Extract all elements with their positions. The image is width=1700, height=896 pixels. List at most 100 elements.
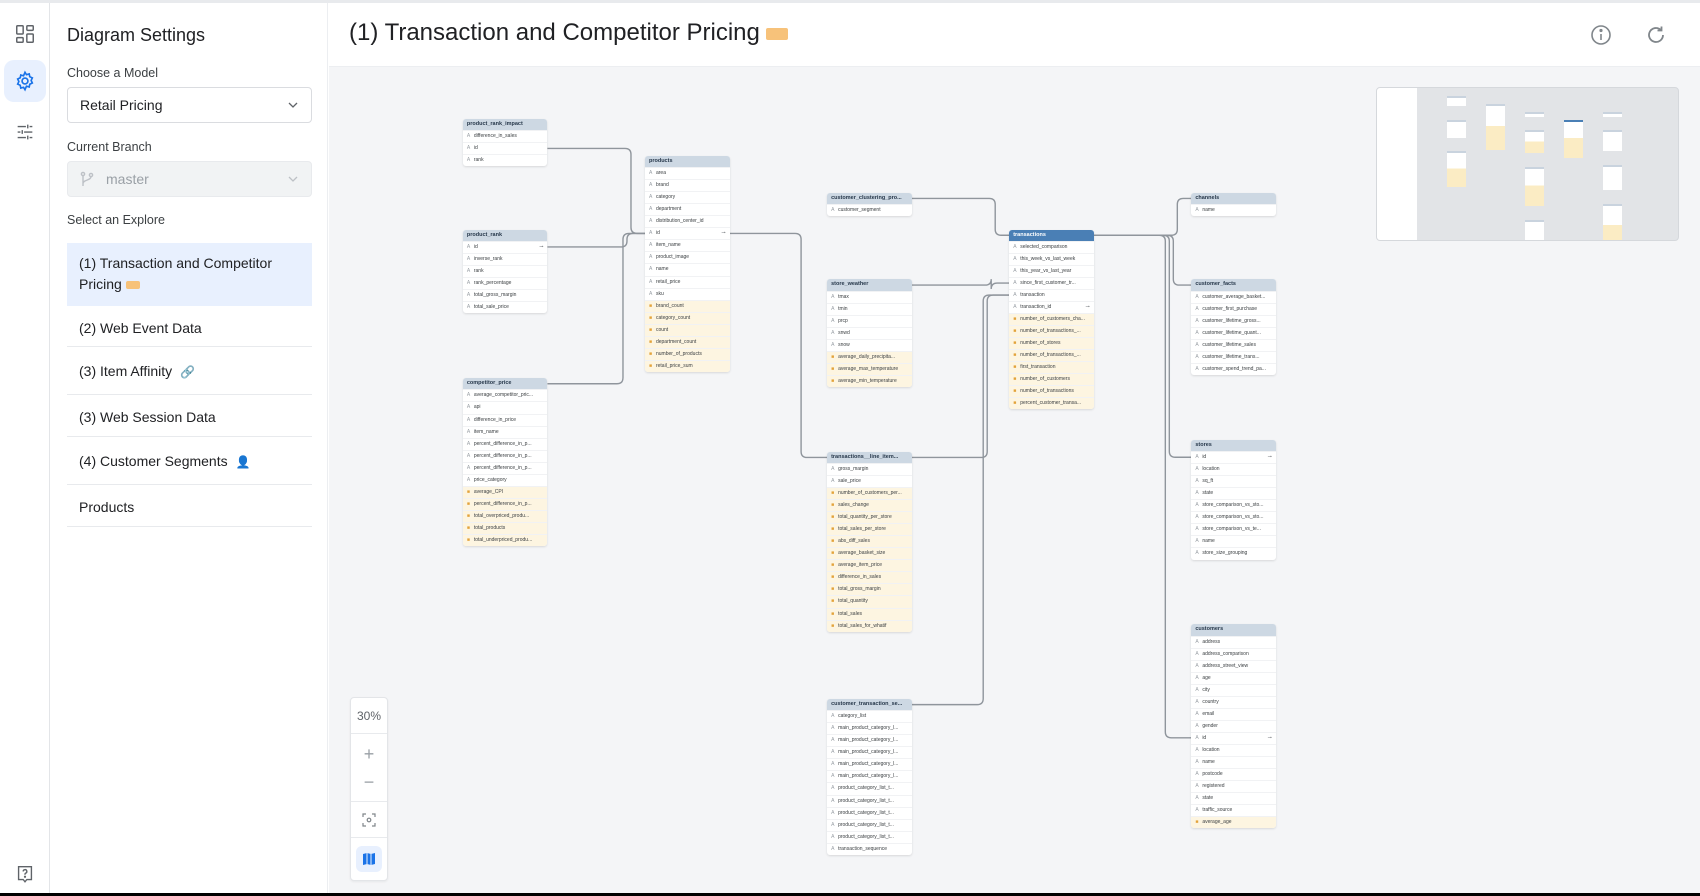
- measure-field[interactable]: ■ total_sales_for_whatif: [827, 619, 912, 632]
- dimension-field[interactable]: Athis_year_vs_last_year: [1009, 264, 1094, 277]
- measure-field[interactable]: ■ count: [644, 323, 730, 336]
- dimension-field[interactable]: Atraffic_source: [1191, 803, 1276, 816]
- dimension-field[interactable]: Apercent_difference_in_p...: [462, 437, 548, 450]
- diagram-canvas[interactable]: product_rank_impact Adifference_in_sales A…: [329, 67, 1700, 893]
- measure-field[interactable]: ■ number_of_stores: [1009, 337, 1094, 350]
- measure-field[interactable]: ■ total_quantity_per_store: [827, 511, 912, 524]
- measure-field[interactable]: ■ brand_count: [644, 299, 730, 312]
- join-edge-products-to-transactions-line-items[interactable]: [729, 232, 828, 459]
- dimension-field[interactable]: Aregistered: [1191, 779, 1276, 792]
- dimension-field[interactable]: Aretail_price: [644, 275, 730, 288]
- view-node-customer-facts[interactable]: customer_facts Acustomer_average_basket..…: [1191, 279, 1276, 375]
- dimension-field[interactable]: Aarea: [644, 167, 730, 179]
- view-node-title[interactable]: customers: [1191, 624, 1276, 636]
- view-node-transactions[interactable]: transactions Aselected_comparison Athis_we…: [1009, 229, 1094, 410]
- dimension-field[interactable]: Atransaction_id ⊸: [1009, 301, 1094, 313]
- dimension-field[interactable]: Acustomer_lifetime_sales: [1191, 338, 1276, 351]
- dimension-field[interactable]: Arank: [462, 154, 548, 166]
- dimension-field[interactable]: Aaddress_comparison: [1191, 647, 1276, 660]
- view-node-customers[interactable]: customers Aaddress Aaddress_comparison Aadd…: [1191, 624, 1276, 828]
- model-select[interactable]: Retail Pricing: [67, 87, 312, 123]
- dimension-field[interactable]: Aid: [462, 142, 548, 154]
- dimension-field[interactable]: Acustomer_lifetime_gross...: [1191, 314, 1276, 327]
- info-icon[interactable]: [1589, 23, 1613, 47]
- filters-nav-button[interactable]: [4, 111, 46, 153]
- measure-field[interactable]: ■ number_of_transactions_...: [1009, 349, 1094, 362]
- measure-field[interactable]: ■ percent_difference_in_p...: [462, 497, 548, 510]
- measure-field[interactable]: ■ average_item_price: [827, 559, 912, 572]
- view-node-title[interactable]: competitor_price: [462, 378, 548, 390]
- dimension-field[interactable]: Aaddress_street_view: [1191, 659, 1276, 672]
- dimension-field[interactable]: Acategory_list: [827, 710, 912, 722]
- help-button[interactable]: [4, 853, 46, 895]
- measure-field[interactable]: ■ number_of_products: [644, 347, 730, 360]
- measure-field[interactable]: ■ first_transaction: [1009, 361, 1094, 374]
- dimension-field[interactable]: Apercent_difference_in_p...: [462, 461, 548, 474]
- measure-field[interactable]: ■ total_gross_margin: [827, 583, 912, 596]
- zoom-out-button[interactable]: −: [364, 773, 375, 791]
- measure-field[interactable]: ■ total_products: [462, 521, 548, 534]
- dimension-field[interactable]: Acity: [1191, 683, 1276, 696]
- view-node-title[interactable]: customer_transaction_se...: [827, 698, 912, 711]
- dimension-field[interactable]: Arank: [462, 264, 548, 277]
- measure-field[interactable]: ■ average_daily_precipita...: [827, 350, 912, 363]
- dimension-field[interactable]: Atransaction_sequence: [827, 842, 912, 855]
- settings-nav-button[interactable]: [4, 60, 46, 102]
- dimension-field[interactable]: Atotal_gross_margin: [462, 289, 548, 301]
- dimension-field[interactable]: Aname: [1191, 535, 1276, 547]
- join-edge-transactions-line-items-to-transactions[interactable]: [911, 294, 1010, 459]
- dimension-field[interactable]: Amain_product_category_l...: [827, 770, 912, 782]
- dimension-field[interactable]: Apercent_difference_in_p...: [462, 449, 548, 462]
- dimension-field[interactable]: Amain_product_category_l...: [827, 734, 912, 746]
- view-node-products[interactable]: products Aarea Abrand Acategory Adepartment A…: [644, 155, 730, 372]
- dimension-field[interactable]: Aproduct_category_list_t...: [827, 782, 912, 794]
- view-node-competitor-price[interactable]: competitor_price Aaverage_competitor_pric…: [462, 378, 548, 546]
- dimension-field[interactable]: Agender: [1191, 719, 1276, 732]
- minimap-toggle-button[interactable]: [351, 838, 387, 880]
- dimension-field[interactable]: Acustomer_lifetime_trans...: [1191, 350, 1276, 363]
- measure-field[interactable]: ■ total_overpriced_produ...: [462, 509, 548, 522]
- dashboard-nav-button[interactable]: [4, 13, 46, 55]
- measure-field[interactable]: ■ average_age: [1191, 815, 1276, 828]
- dimension-field[interactable]: Alocation: [1191, 743, 1276, 756]
- fit-view-button[interactable]: [351, 802, 387, 838]
- measure-field[interactable]: ■ sales_change: [827, 499, 912, 512]
- dimension-field[interactable]: Aproduct_category_list_t...: [827, 794, 912, 807]
- minimap[interactable]: [1376, 87, 1679, 241]
- dimension-field[interactable]: Aproduct_image: [644, 251, 730, 263]
- dimension-field[interactable]: Adifference_in_price: [462, 413, 548, 426]
- zoom-level[interactable]: 30%: [351, 698, 387, 734]
- dimension-field[interactable]: Astore_comparison_vs_sto...: [1191, 499, 1276, 511]
- measure-field[interactable]: ■ number_of_customers_per...: [827, 487, 912, 500]
- dimension-field[interactable]: Acustomer_average_basket...: [1191, 290, 1276, 303]
- join-edge-transactions-to-channels[interactable]: [1093, 197, 1192, 236]
- measure-field[interactable]: ■ average_min_temperature: [827, 375, 912, 388]
- refresh-icon[interactable]: [1644, 23, 1668, 47]
- dimension-field[interactable]: Asku: [644, 287, 730, 300]
- explore-item-web-event-data[interactable]: (2) Web Event Data: [67, 306, 312, 347]
- dimension-field[interactable]: Aapi: [462, 401, 548, 413]
- join-edge-customer-clustering-to-transactions[interactable]: [911, 197, 1010, 236]
- dimension-field[interactable]: Aprice_category: [462, 473, 548, 486]
- explore-item-customer-segments[interactable]: (4) Customer Segments 👤: [67, 437, 312, 485]
- dimension-field[interactable]: Aselected_comparison: [1009, 240, 1094, 253]
- branch-select[interactable]: master: [67, 161, 312, 197]
- view-node-title[interactable]: transactions__line_item...: [827, 451, 912, 464]
- dimension-field[interactable]: Aproduct_category_list_t...: [827, 806, 912, 819]
- dimension-field[interactable]: Atmin: [827, 302, 912, 315]
- measure-field[interactable]: ■ number_of_transactions: [1009, 385, 1094, 398]
- dimension-field[interactable]: Asale_price: [827, 475, 912, 487]
- view-node-transactions-line-items[interactable]: transactions__line_item... Agross_margin A…: [827, 451, 912, 632]
- view-node-customer-clustering[interactable]: customer_clustering_pro... Acustomer_segm…: [827, 192, 912, 217]
- dimension-field[interactable]: Aid ⊸: [644, 227, 730, 239]
- view-node-store-weather[interactable]: store_weather Atmax Atmin Aprcp Asnwd Asnow ■ a…: [827, 279, 912, 388]
- view-node-product-rank-impact[interactable]: product_rank_impact Adifference_in_sales A…: [462, 118, 548, 167]
- dimension-field[interactable]: Aproduct_category_list_t...: [827, 818, 912, 831]
- dimension-field[interactable]: Aitem_name: [462, 425, 548, 438]
- view-node-title[interactable]: products: [644, 155, 730, 168]
- measure-field[interactable]: ■ abs_diff_sales: [827, 535, 912, 548]
- measure-field[interactable]: ■ category_count: [644, 311, 730, 324]
- explore-item-web-session-data[interactable]: (3) Web Session Data: [67, 395, 312, 437]
- dimension-field[interactable]: Aid ⊸: [462, 240, 548, 253]
- measure-field[interactable]: ■ retail_price_sum: [644, 359, 730, 372]
